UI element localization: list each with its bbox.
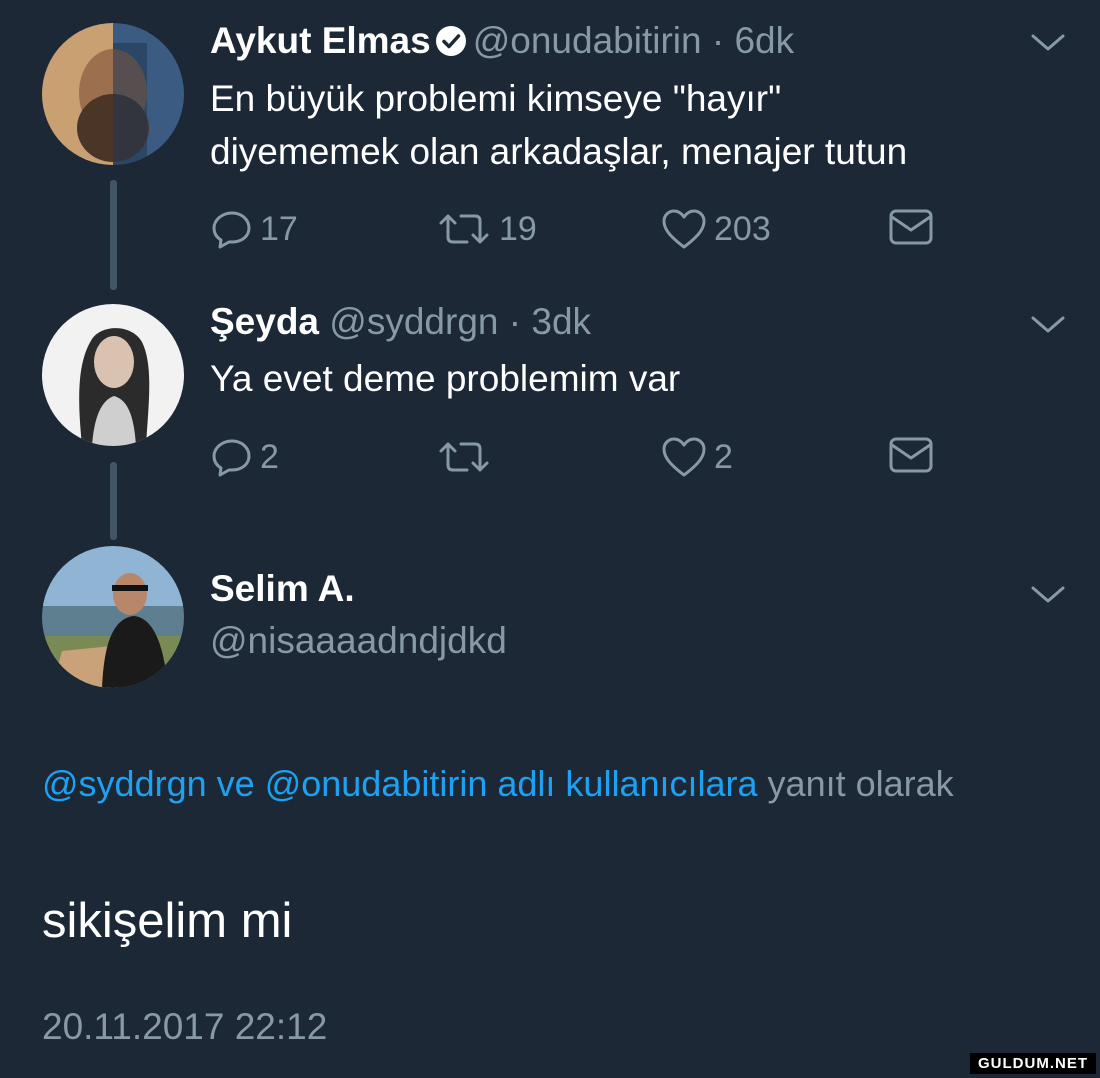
- reply-suffix: yanıt olarak: [767, 763, 954, 804]
- chevron-down-icon[interactable]: [1030, 314, 1066, 341]
- mention-link[interactable]: @onudabitirin: [265, 763, 488, 804]
- reply-icon: [212, 211, 251, 249]
- tweet-actions: 17 19 203: [210, 207, 970, 257]
- like-count: 203: [714, 209, 771, 248]
- user-handle[interactable]: @syddrgn: [329, 301, 498, 342]
- tweet-text-line: Ya evet deme problemim var: [210, 358, 681, 399]
- avatar[interactable]: [42, 304, 184, 446]
- main-user-handle[interactable]: @nisaaaadndjdkd: [210, 620, 507, 662]
- like-button[interactable]: 203: [660, 207, 771, 251]
- main-display-name[interactable]: Selim A.: [210, 568, 355, 610]
- like-button[interactable]: 2: [660, 435, 733, 479]
- chevron-down-icon[interactable]: [1030, 32, 1066, 59]
- display-name[interactable]: Aykut Elmas: [210, 20, 431, 61]
- tweet-time[interactable]: 3dk: [531, 301, 591, 342]
- watermark: GULDUM.NET: [970, 1053, 1096, 1074]
- heart-icon: [662, 209, 706, 249]
- display-name[interactable]: Şeyda: [210, 301, 319, 342]
- dm-button[interactable]: [888, 207, 934, 247]
- avatar[interactable]: [42, 546, 184, 688]
- user-handle[interactable]: @onudabitirin: [473, 20, 702, 61]
- chevron-down-icon[interactable]: [1030, 584, 1066, 611]
- like-count: 2: [714, 437, 733, 476]
- avatar[interactable]: [42, 23, 184, 165]
- verified-badge-icon: [435, 24, 467, 66]
- heart-icon: [662, 437, 706, 477]
- tweet-text: En büyük problemi kimseye "hayır" diyeme…: [210, 72, 907, 178]
- thread-line: [110, 180, 117, 290]
- separator: ·: [508, 301, 522, 342]
- tweet-actions: 2 2: [210, 435, 970, 485]
- reply-count: 2: [260, 437, 279, 476]
- tweet-text: Ya evet deme problemim var: [210, 352, 680, 405]
- reply-button[interactable]: 17: [210, 207, 298, 251]
- tweet-timestamp: 20.11.2017 22:12: [42, 1006, 328, 1047]
- tweet-header: Aykut Elmas @onudabitirin · 6dk: [210, 20, 794, 66]
- separator: ·: [711, 20, 725, 61]
- tweet-seyda[interactable]: Şeyda @syddrgn · 3dk Ya evet deme proble…: [0, 290, 1100, 540]
- retweet-button[interactable]: 19: [435, 207, 537, 251]
- envelope-icon: [889, 437, 933, 473]
- reply-connector[interactable]: ve: [217, 763, 255, 804]
- dm-button[interactable]: [888, 435, 934, 475]
- reply-count: 17: [260, 209, 298, 248]
- reply-users-link[interactable]: adlı kullanıcılara: [497, 763, 757, 804]
- main-tweet-text: sikişelim mi: [42, 894, 293, 948]
- tweet-time[interactable]: 6dk: [734, 20, 794, 61]
- tweet-text-line: En büyük problemi kimseye "hayır": [210, 78, 782, 119]
- retweet-icon: [439, 214, 489, 244]
- tweet-header: Şeyda @syddrgn · 3dk: [210, 301, 591, 343]
- retweet-button[interactable]: [435, 435, 499, 479]
- envelope-icon: [889, 209, 933, 245]
- retweet-count: 19: [499, 209, 537, 248]
- mention-link[interactable]: @syddrgn: [42, 763, 207, 804]
- reply-icon: [212, 439, 251, 477]
- replying-to: @syddrgn ve @onudabitirin adlı kullanıcı…: [42, 755, 1052, 812]
- tweet-aykut[interactable]: Aykut Elmas @onudabitirin · 6dk En büyük …: [0, 0, 1100, 290]
- thread-line: [110, 462, 117, 540]
- tweet-text-line: diyememek olan arkadaşlar, menajer tutun: [210, 131, 908, 172]
- retweet-icon: [439, 442, 489, 472]
- reply-button[interactable]: 2: [210, 435, 279, 479]
